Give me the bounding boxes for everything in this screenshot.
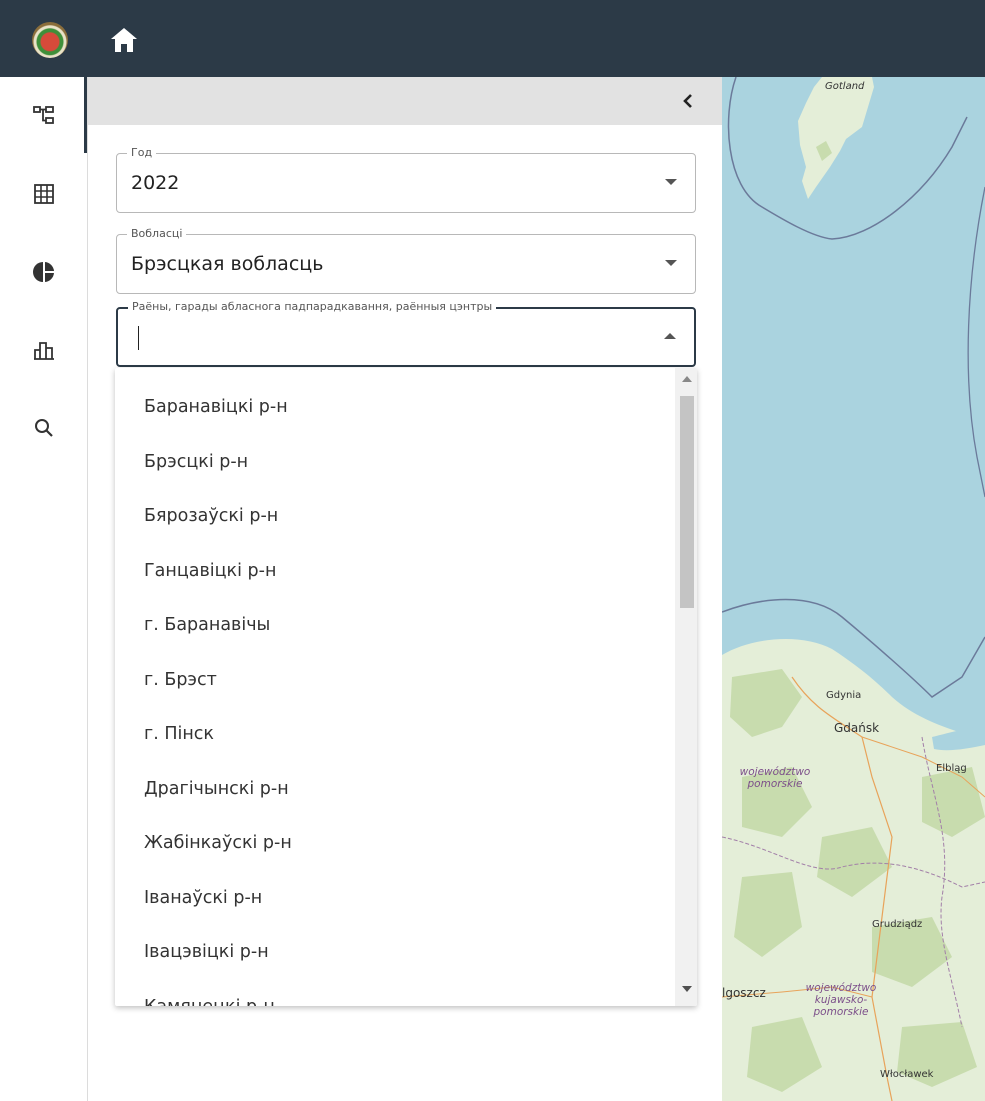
- sidebar-item-bar-chart[interactable]: [26, 332, 62, 368]
- pie-chart-icon: [33, 262, 54, 282]
- region-value: Брэсцкая вобласць: [131, 253, 324, 275]
- scroll-down-arrow-icon[interactable]: [682, 986, 692, 992]
- list-item[interactable]: Жабінкаўскі р-н: [115, 816, 675, 871]
- chevron-down-icon: [665, 179, 677, 185]
- list-item[interactable]: Бярозаўскі р-н: [115, 489, 675, 544]
- map-label-pomorskie: województwo pomorskie: [739, 766, 811, 790]
- sidebar: [0, 77, 88, 1101]
- list-item[interactable]: г. Брэст: [115, 653, 675, 708]
- coat-of-arms-logo[interactable]: [32, 22, 68, 58]
- year-select[interactable]: Год 2022: [116, 146, 696, 213]
- scrollbar-thumb[interactable]: [680, 396, 694, 608]
- map-label-grudziadz: Grudziądz: [872, 919, 923, 930]
- chevron-down-icon: [665, 260, 677, 266]
- collapse-panel-button[interactable]: [676, 89, 700, 113]
- list-item[interactable]: Баранавіцкі р-н: [115, 380, 675, 435]
- map-label-kujawsko-pomorskie: województwo kujawsko-pomorskie: [805, 982, 877, 1018]
- option-list: Баранавіцкі р-н Брэсцкі р-н Бярозаўскі р…: [115, 380, 675, 1006]
- map-label-bydgoszcz: lgoszcz: [722, 986, 766, 1000]
- panel-header: [88, 77, 722, 125]
- sidebar-item-table[interactable]: [26, 176, 62, 212]
- sidebar-active-indicator: [84, 77, 87, 153]
- region-select[interactable]: Вобласці Брэсцкая вобласць: [116, 227, 696, 294]
- map-label-gdynia: Gdynia: [826, 690, 862, 701]
- list-item[interactable]: Камянецкі р-н: [115, 980, 675, 1006]
- sidebar-item-pie-chart[interactable]: [26, 254, 62, 290]
- map-label-wloclawek: Włocławek: [880, 1069, 934, 1080]
- home-icon[interactable]: [108, 24, 140, 56]
- text-caret: [138, 326, 139, 350]
- chevron-left-icon: [683, 94, 692, 108]
- list-item[interactable]: Івацэвіцкі р-н: [115, 925, 675, 980]
- top-bar: [0, 0, 985, 77]
- list-item[interactable]: Брэсцкі р-н: [115, 435, 675, 490]
- list-item[interactable]: Іванаўскі р-н: [115, 871, 675, 926]
- map-label-elblag: Elbląg: [936, 763, 967, 774]
- search-icon: [35, 419, 53, 437]
- list-item[interactable]: Ганцавіцкі р-н: [115, 544, 675, 599]
- scrollbar[interactable]: [675, 368, 697, 1006]
- bar-chart-icon: [34, 342, 54, 360]
- year-value: 2022: [131, 172, 180, 194]
- chevron-up-icon: [664, 333, 676, 339]
- year-label: Год: [127, 146, 157, 159]
- map-label-gotland: Gotland: [825, 81, 865, 92]
- map-view[interactable]: Gotland Gdynia Gdańsk Elbląg województwo…: [722, 77, 985, 1101]
- table-grid-icon: [34, 184, 54, 204]
- sidebar-item-search[interactable]: [26, 410, 62, 446]
- district-select[interactable]: Раёны, гарады абласнога падпарадкавання,…: [116, 300, 696, 367]
- list-item[interactable]: Драгічынскі р-н: [115, 762, 675, 817]
- map-label-gdansk: Gdańsk: [834, 721, 880, 735]
- region-label: Вобласці: [127, 227, 187, 240]
- sidebar-item-hierarchy[interactable]: [26, 98, 62, 134]
- list-item[interactable]: г. Пінск: [115, 707, 675, 762]
- district-label: Раёны, гарады абласнога падпарадкавання,…: [128, 300, 497, 313]
- hierarchy-icon: [33, 106, 54, 124]
- list-item[interactable]: г. Баранавічы: [115, 598, 675, 653]
- scroll-up-arrow-icon[interactable]: [682, 376, 692, 382]
- district-dropdown: Баранавіцкі р-н Брэсцкі р-н Бярозаўскі р…: [115, 368, 697, 1006]
